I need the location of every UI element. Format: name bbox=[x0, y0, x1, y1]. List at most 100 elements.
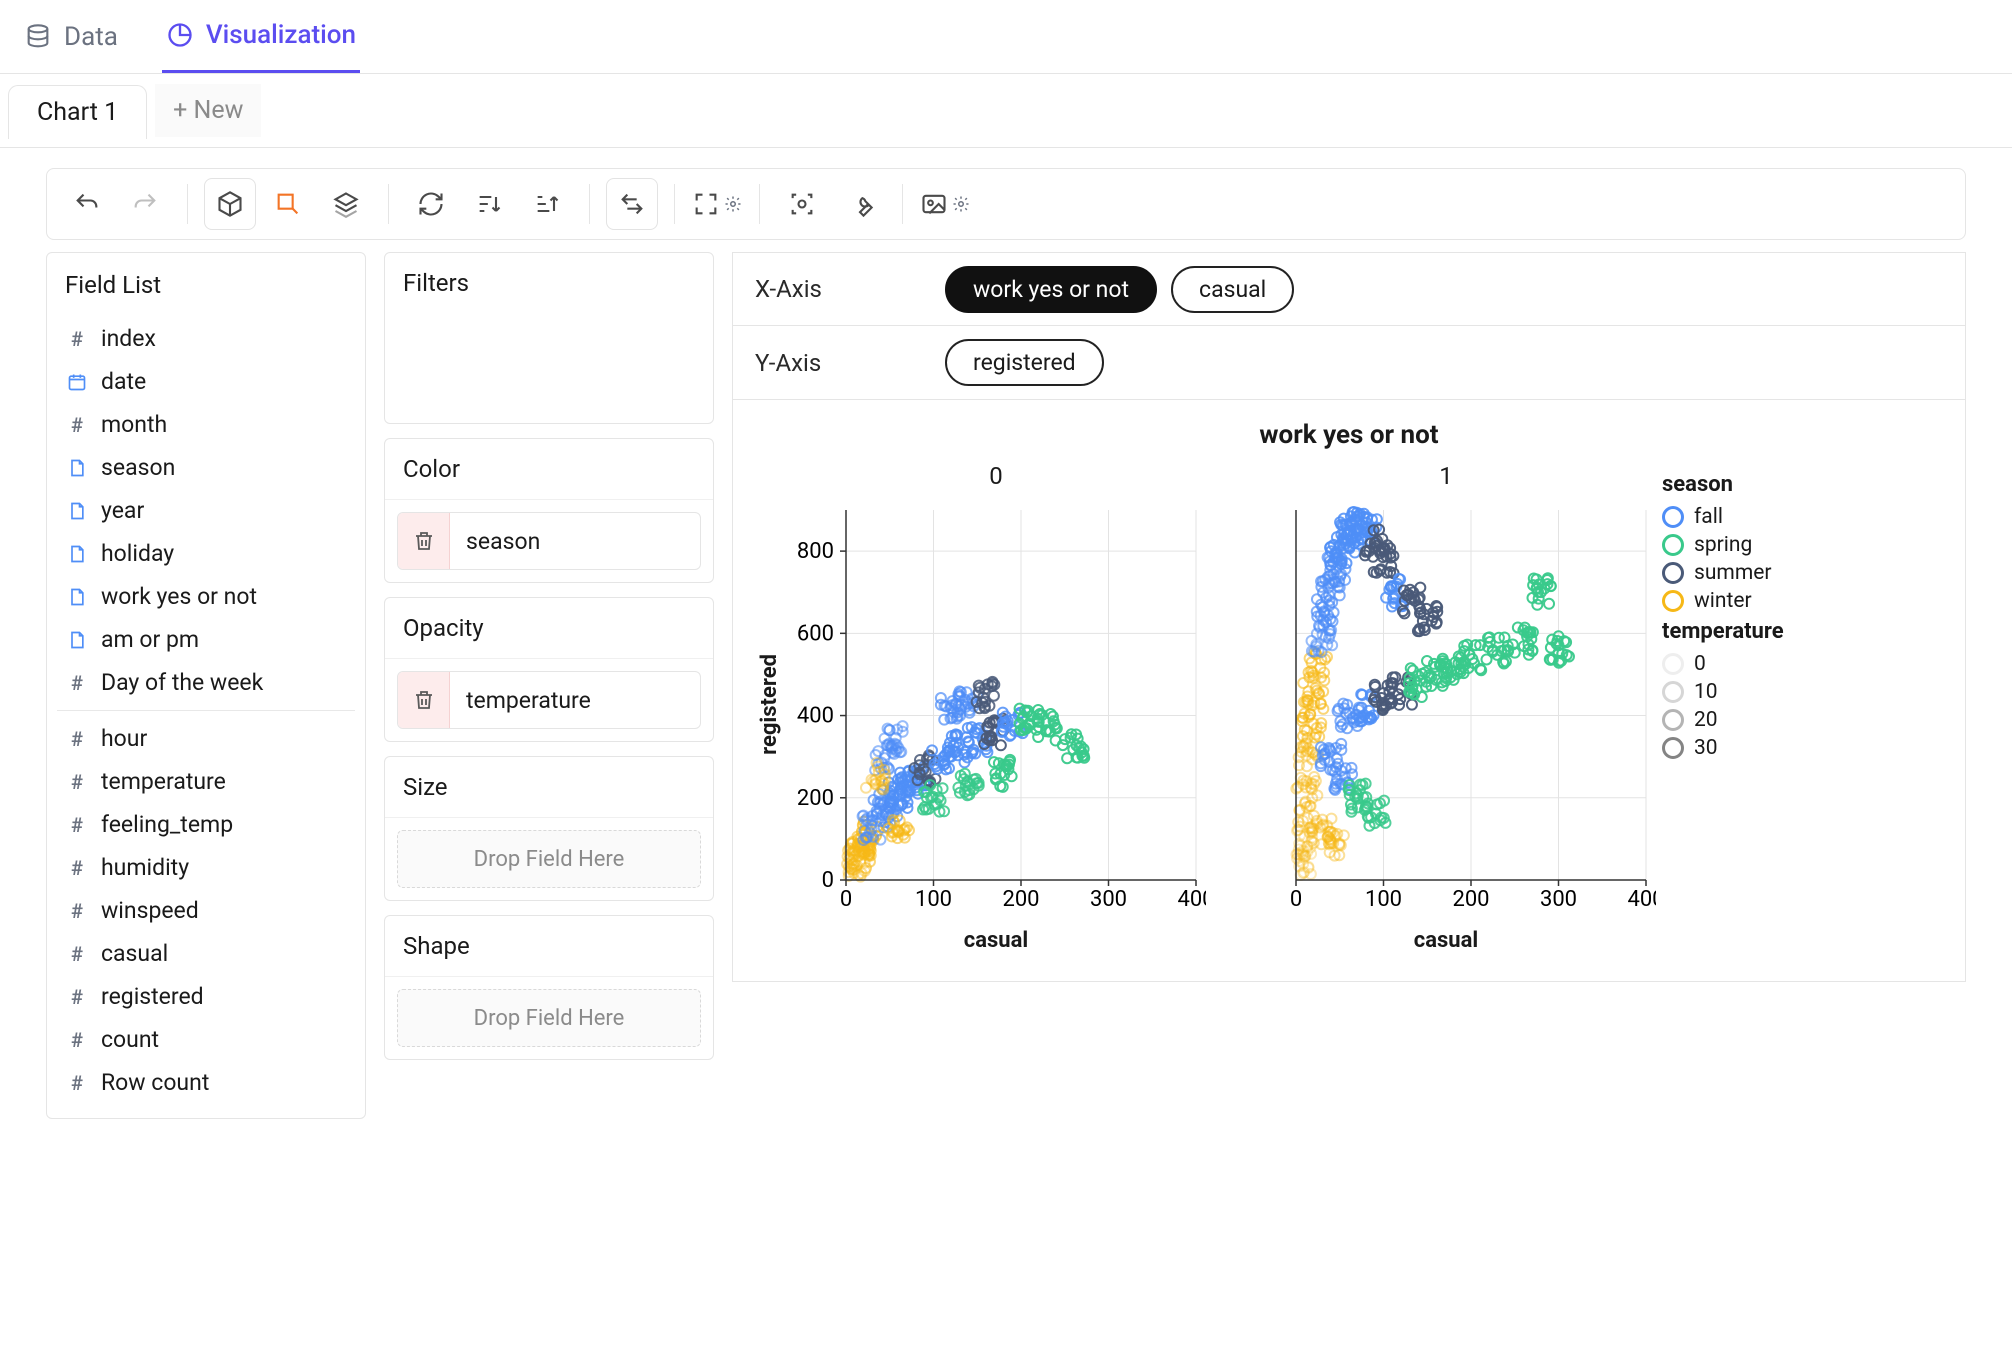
calendar-icon bbox=[65, 372, 89, 392]
field-item[interactable]: #hour bbox=[57, 717, 355, 760]
legend-swatch bbox=[1662, 653, 1684, 675]
export-image-button[interactable] bbox=[919, 178, 971, 230]
chart-title: work yes or not bbox=[757, 420, 1941, 450]
tab-new[interactable]: + New bbox=[155, 84, 261, 137]
field-list-panel: Field List #indexdate#monthseasonyearhol… bbox=[46, 252, 366, 1119]
remove-color-field-button[interactable] bbox=[398, 513, 450, 569]
field-label: count bbox=[101, 1026, 159, 1053]
scatter-plot[interactable]: 0100200300400 bbox=[1236, 500, 1656, 920]
opacity-field-pill[interactable]: temperature bbox=[397, 671, 701, 729]
axis-swap-button[interactable] bbox=[606, 178, 658, 230]
number-icon: # bbox=[65, 770, 89, 794]
svg-text:0: 0 bbox=[1290, 887, 1302, 912]
layers-button[interactable] bbox=[320, 178, 372, 230]
field-item[interactable]: year bbox=[57, 489, 355, 532]
nav-data-label: Data bbox=[64, 22, 118, 52]
toolbar-separator bbox=[902, 184, 903, 224]
scatter-plot[interactable]: 01002003004000200400600800 bbox=[786, 500, 1206, 920]
wrench-button[interactable] bbox=[834, 178, 886, 230]
legend: season fallspringsummerwinter temperatur… bbox=[1656, 456, 1790, 953]
field-label: index bbox=[101, 325, 156, 352]
field-label: registered bbox=[101, 983, 204, 1010]
svg-text:100: 100 bbox=[1365, 887, 1402, 912]
field-label: Row count bbox=[101, 1069, 209, 1096]
field-item[interactable]: #registered bbox=[57, 975, 355, 1018]
detect-button[interactable] bbox=[776, 178, 828, 230]
undo-button[interactable] bbox=[61, 178, 113, 230]
field-item[interactable]: #feeling_temp bbox=[57, 803, 355, 846]
svg-text:100: 100 bbox=[915, 887, 952, 912]
redo-button[interactable] bbox=[119, 178, 171, 230]
field-item[interactable]: #casual bbox=[57, 932, 355, 975]
legend-item[interactable]: winter bbox=[1662, 589, 1784, 613]
number-icon: # bbox=[65, 727, 89, 751]
field-item[interactable]: #Row count bbox=[57, 1061, 355, 1104]
field-item[interactable]: work yes or not bbox=[57, 575, 355, 618]
number-icon: # bbox=[65, 413, 89, 437]
svg-text:300: 300 bbox=[1090, 887, 1127, 912]
color-field-pill[interactable]: season bbox=[397, 512, 701, 570]
remove-opacity-field-button[interactable] bbox=[398, 672, 450, 728]
color-title: Color bbox=[385, 439, 713, 500]
field-item[interactable]: season bbox=[57, 446, 355, 489]
field-item[interactable]: date bbox=[57, 360, 355, 403]
field-item[interactable]: #month bbox=[57, 403, 355, 446]
svg-text:400: 400 bbox=[797, 704, 834, 729]
field-item[interactable]: #humidity bbox=[57, 846, 355, 889]
shelves-column: Filters Color season Opacity temperature bbox=[384, 252, 714, 1119]
axis-pill[interactable]: casual bbox=[1171, 266, 1294, 313]
legend-swatch bbox=[1662, 506, 1684, 528]
cube-button[interactable] bbox=[204, 178, 256, 230]
legend-swatch bbox=[1662, 737, 1684, 759]
tab-chart-1[interactable]: Chart 1 bbox=[8, 85, 147, 139]
shape-dropzone[interactable]: Drop Field Here bbox=[397, 989, 701, 1047]
field-item[interactable]: #winspeed bbox=[57, 889, 355, 932]
field-item[interactable]: am or pm bbox=[57, 618, 355, 661]
field-item[interactable]: holiday bbox=[57, 532, 355, 575]
field-item[interactable]: #count bbox=[57, 1018, 355, 1061]
mark-button[interactable] bbox=[262, 178, 314, 230]
y-axis-shelf[interactable]: Y-Axis registered bbox=[732, 326, 1966, 400]
text-icon bbox=[65, 458, 89, 478]
nav-visualization[interactable]: Visualization bbox=[162, 0, 360, 73]
legend-item[interactable]: 0 bbox=[1662, 652, 1784, 676]
legend-swatch bbox=[1662, 709, 1684, 731]
nav-data[interactable]: Data bbox=[20, 0, 122, 73]
shape-shelf: Shape Drop Field Here bbox=[384, 915, 714, 1060]
legend-item[interactable]: summer bbox=[1662, 561, 1784, 585]
axis-pill[interactable]: registered bbox=[945, 339, 1104, 386]
legend-swatch bbox=[1662, 681, 1684, 703]
chart-tabs: Chart 1 + New bbox=[0, 74, 2012, 148]
legend-item[interactable]: fall bbox=[1662, 505, 1784, 529]
y-axis-pills: registered bbox=[933, 339, 1116, 386]
legend-item[interactable]: 20 bbox=[1662, 708, 1784, 732]
svg-text:400: 400 bbox=[1177, 887, 1206, 912]
filters-shelf[interactable]: Filters bbox=[384, 252, 714, 424]
legend-temp-title: temperature bbox=[1662, 619, 1784, 644]
chart-canvas: work yes or not registered 0010020030040… bbox=[732, 400, 1966, 982]
sort-desc-button[interactable] bbox=[521, 178, 573, 230]
number-icon: # bbox=[65, 942, 89, 966]
field-item[interactable]: #temperature bbox=[57, 760, 355, 803]
toolbar-separator bbox=[759, 184, 760, 224]
legend-label: winter bbox=[1694, 589, 1752, 613]
filters-dropzone[interactable] bbox=[385, 313, 713, 423]
legend-label: 0 bbox=[1694, 652, 1706, 676]
legend-label: spring bbox=[1694, 533, 1752, 557]
field-label: humidity bbox=[101, 854, 189, 881]
sort-asc-button[interactable] bbox=[463, 178, 515, 230]
fullscreen-button[interactable] bbox=[691, 178, 743, 230]
svg-text:0: 0 bbox=[840, 887, 852, 912]
x-axis-shelf[interactable]: X-Axis work yes or notcasual bbox=[732, 252, 1966, 326]
legend-label: 10 bbox=[1694, 680, 1718, 704]
legend-item[interactable]: 30 bbox=[1662, 736, 1784, 760]
field-item[interactable]: #index bbox=[57, 317, 355, 360]
field-item[interactable]: #Day of the week bbox=[57, 661, 355, 704]
size-dropzone[interactable]: Drop Field Here bbox=[397, 830, 701, 888]
legend-item[interactable]: 10 bbox=[1662, 680, 1784, 704]
axis-pill[interactable]: work yes or not bbox=[945, 266, 1157, 313]
field-label: date bbox=[101, 368, 146, 395]
shape-drop-label: Drop Field Here bbox=[474, 1006, 625, 1031]
refresh-button[interactable] bbox=[405, 178, 457, 230]
legend-item[interactable]: spring bbox=[1662, 533, 1784, 557]
